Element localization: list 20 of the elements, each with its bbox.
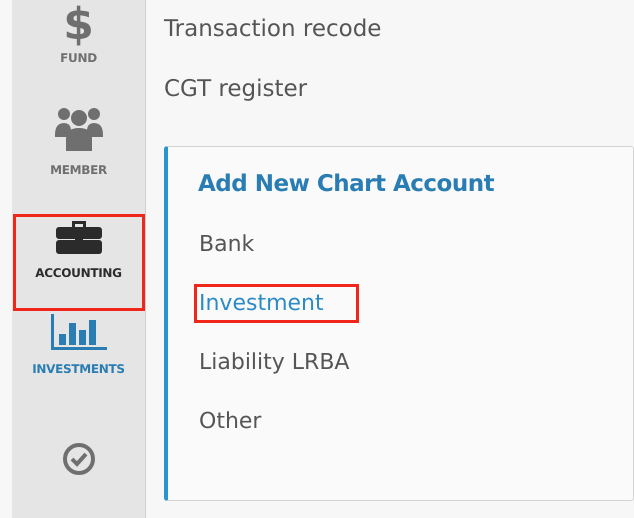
dollar-icon: $ bbox=[63, 3, 94, 47]
sidebar-item[interactable]: $ FUND bbox=[12, 0, 144, 102]
sidebar-item[interactable]: MEMBER bbox=[12, 102, 144, 214]
sidebar-item[interactable]: INVESTMENTS bbox=[12, 310, 144, 413]
menu-item[interactable]: Investment bbox=[194, 284, 359, 323]
menu-item[interactable]: Liability LRBA bbox=[194, 343, 384, 382]
menu-item[interactable]: Bank bbox=[194, 225, 290, 264]
sidebar-label: FUND bbox=[60, 51, 97, 65]
check-circle-icon bbox=[62, 442, 96, 476]
menu-item[interactable]: Other bbox=[194, 402, 296, 441]
briefcase-icon bbox=[56, 220, 102, 254]
sidebar-label: INVESTMENTS bbox=[32, 362, 125, 376]
sidebar-label: MEMBER bbox=[50, 163, 107, 177]
sidebar-item[interactable]: ACCOUNTING bbox=[12, 214, 144, 311]
card-title: Add New Chart Account bbox=[198, 171, 496, 197]
menu-link[interactable]: CGT register bbox=[164, 58, 634, 120]
sidebar-label: ACCOUNTING bbox=[35, 266, 122, 280]
bar-chart-icon bbox=[50, 314, 106, 350]
people-icon bbox=[54, 105, 102, 151]
menu-link[interactable]: Transaction recode bbox=[164, 0, 634, 60]
